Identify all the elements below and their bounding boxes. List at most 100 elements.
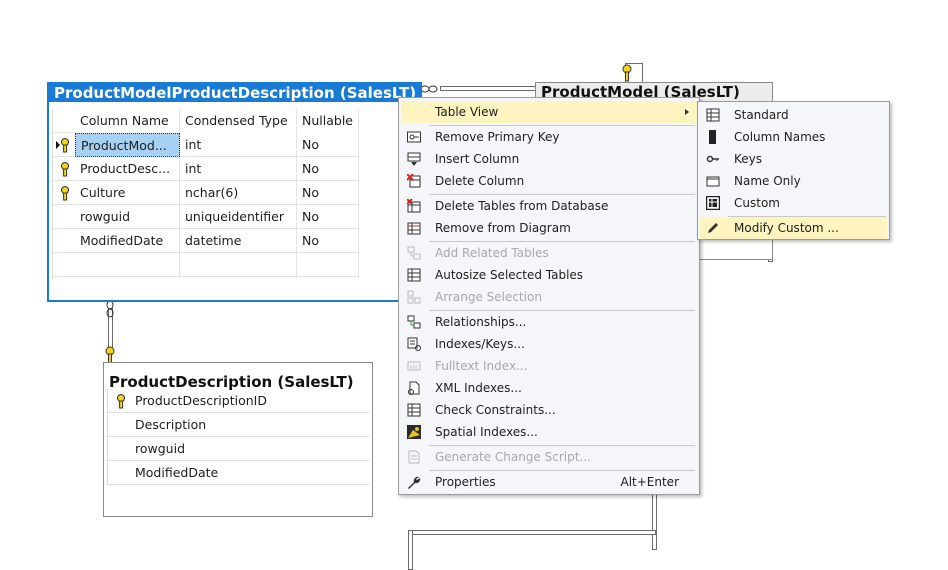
column-name-cell[interactable]: Description <box>130 413 370 437</box>
empty-cell[interactable] <box>297 253 359 277</box>
empty-row[interactable] <box>53 253 359 277</box>
menu-item-label: Arrange Selection <box>435 290 542 304</box>
autosize-icon <box>407 268 421 282</box>
menu-item-label: Autosize Selected Tables <box>435 268 584 282</box>
menu-item-label: Name Only <box>734 174 801 188</box>
column-grid: ProductDescriptionID Description rowguid… <box>107 389 370 485</box>
nullable-cell[interactable]: No <box>297 181 359 205</box>
menu-item-label: Insert Column <box>435 152 520 166</box>
type-cell[interactable]: int <box>180 157 297 181</box>
indexes-icon <box>407 337 421 351</box>
menu-item-label: XML Indexes... <box>435 381 522 395</box>
insert-column-icon <box>407 152 421 166</box>
table-row[interactable]: Description <box>108 413 370 437</box>
table-title: ProductModelProductDescription (SalesLT) <box>49 84 420 102</box>
menu-item-autosize-selected-tables[interactable]: Autosize Selected Tables <box>401 264 697 286</box>
key-icon <box>407 131 421 143</box>
table-row[interactable]: rowguid <box>108 437 370 461</box>
relationship-line-down <box>408 530 413 570</box>
menu-item-label: Table View <box>435 105 499 119</box>
menu-item-insert-column[interactable]: Insert Column <box>401 148 697 170</box>
menu-item-xml-indexes[interactable]: XML Indexes... <box>401 377 697 399</box>
svg-text:abc: abc <box>410 365 419 371</box>
submenu-arrow-icon <box>685 109 689 115</box>
menu-item-label: Delete Column <box>435 174 525 188</box>
type-cell[interactable]: uniqueidentifier <box>180 205 297 229</box>
xml-index-icon <box>408 381 420 395</box>
submenu-item-name-only[interactable]: Name Only <box>700 170 887 192</box>
nullable-cell[interactable]: No <box>297 157 359 181</box>
menu-item-fulltext-index: abc Fulltext Index... <box>401 355 697 377</box>
add-related-tables-icon <box>407 246 421 260</box>
column-name-cell[interactable]: rowguid <box>130 437 370 461</box>
column-name-cell[interactable]: Culture <box>75 181 180 205</box>
type-cell[interactable]: datetime <box>180 229 297 253</box>
column-name-cell[interactable]: ProductDesc... <box>75 157 180 181</box>
column-name-cell[interactable]: ModifiedDate <box>75 229 180 253</box>
table-row[interactable]: ProductMod... int No <box>53 133 359 157</box>
table-productmodelproductdescription[interactable]: ProductModelProductDescription (SalesLT)… <box>47 82 422 302</box>
header-column-name[interactable]: Column Name <box>75 109 180 133</box>
empty-cell[interactable] <box>75 253 180 277</box>
grid-header-row: Column Name Condensed Type Nullable <box>53 109 359 133</box>
delete-column-icon <box>407 174 421 188</box>
type-cell[interactable]: int <box>180 133 297 157</box>
menu-item-add-related-tables: Add Related Tables <box>401 242 697 264</box>
table-row[interactable]: ProductDescriptionID <box>108 389 370 413</box>
table-row[interactable]: ModifiedDate <box>108 461 370 485</box>
table-row[interactable]: ModifiedDate datetime No <box>53 229 359 253</box>
menu-item-relationships[interactable]: Relationships... <box>401 311 697 333</box>
submenu-item-standard[interactable]: Standard <box>700 104 887 126</box>
menu-item-label: Indexes/Keys... <box>435 337 525 351</box>
column-name-cell[interactable]: ProductDescriptionID <box>130 389 370 413</box>
menu-item-properties[interactable]: Properties Alt+Enter <box>401 471 697 493</box>
menu-item-table-view[interactable]: Table View <box>401 101 697 123</box>
column-name-cell[interactable]: ModifiedDate <box>130 461 370 485</box>
header-nullable[interactable]: Nullable <box>297 109 359 133</box>
spatial-index-icon <box>407 425 421 439</box>
menu-item-label: Modify Custom ... <box>734 221 839 235</box>
submenu-item-keys[interactable]: Keys <box>700 148 887 170</box>
menu-item-spatial-indexes[interactable]: Spatial Indexes... <box>401 421 697 443</box>
menu-item-remove-primary-key[interactable]: Remove Primary Key <box>401 126 697 148</box>
empty-cell[interactable] <box>180 253 297 277</box>
table-view-submenu: Standard Column Names Keys Name Only Cus… <box>697 101 890 240</box>
menu-item-delete-column[interactable]: Delete Column <box>401 170 697 192</box>
menu-item-delete-tables-from-database[interactable]: Delete Tables from Database <box>401 195 697 217</box>
key-icon <box>706 155 719 163</box>
nullable-cell[interactable]: No <box>297 229 359 253</box>
submenu-item-modify-custom[interactable]: Modify Custom ... <box>700 217 887 239</box>
relationship-line-bottom <box>408 530 656 535</box>
primary-key-icon <box>61 162 69 177</box>
menu-item-label: Properties <box>435 475 496 489</box>
menu-item-label: Add Related Tables <box>435 246 549 260</box>
submenu-item-column-names[interactable]: Column Names <box>700 126 887 148</box>
nullable-cell[interactable]: No <box>297 205 359 229</box>
table-row[interactable]: Culture nchar(6) No <box>53 181 359 205</box>
fulltext-icon: abc <box>407 361 421 371</box>
pencil-icon <box>708 223 718 233</box>
column-name-cell[interactable]: ProductMod... <box>75 133 180 157</box>
row-selector-arrow-icon <box>56 138 69 153</box>
menu-item-remove-from-diagram[interactable]: Remove from Diagram <box>401 217 697 239</box>
submenu-item-custom[interactable]: Custom <box>700 192 887 214</box>
context-menu: Table View Remove Primary Key Insert Col… <box>398 97 700 495</box>
menu-item-label: Column Names <box>734 130 826 144</box>
arrange-icon <box>407 290 421 304</box>
header-condensed-type[interactable]: Condensed Type <box>180 109 297 133</box>
menu-item-label: Standard <box>734 108 789 122</box>
wrench-icon <box>408 476 421 489</box>
column-name-cell[interactable]: rowguid <box>75 205 180 229</box>
nullable-cell[interactable]: No <box>297 133 359 157</box>
script-icon <box>408 450 420 464</box>
table-productdescription[interactable]: ProductDescription (SalesLT) ProductDesc… <box>103 362 373 517</box>
menu-item-check-constraints[interactable]: Check Constraints... <box>401 399 697 421</box>
type-cell[interactable]: nchar(6) <box>180 181 297 205</box>
menu-item-label: Generate Change Script... <box>435 450 591 464</box>
menu-item-label: Remove Primary Key <box>435 130 560 144</box>
menu-item-arrange-selection: Arrange Selection <box>401 286 697 308</box>
menu-item-indexes-keys[interactable]: Indexes/Keys... <box>401 333 697 355</box>
infinity-endpoint-icon <box>106 300 114 318</box>
table-row[interactable]: rowguid uniqueidentifier No <box>53 205 359 229</box>
table-row[interactable]: ProductDesc... int No <box>53 157 359 181</box>
